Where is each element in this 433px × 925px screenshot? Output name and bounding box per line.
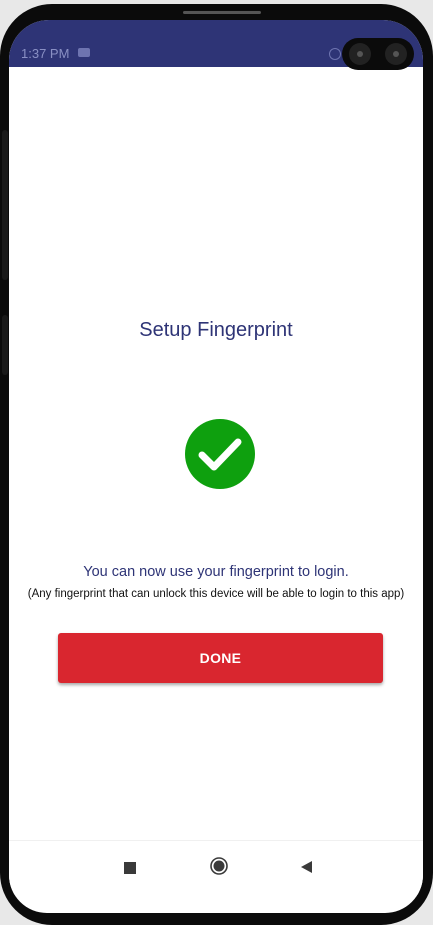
camera-lens-icon bbox=[385, 43, 407, 65]
speaker-grille bbox=[183, 11, 261, 14]
back-triangle-icon[interactable] bbox=[299, 860, 313, 874]
page-title: Setup Fingerprint bbox=[139, 319, 293, 341]
front-camera-cutout bbox=[342, 38, 414, 70]
check-circle-icon bbox=[185, 419, 255, 489]
alarm-icon bbox=[329, 48, 341, 60]
success-message: You can now use your fingerprint to logi… bbox=[83, 564, 349, 580]
navigation-bar bbox=[9, 840, 423, 895]
status-time: 1:37 PM bbox=[21, 46, 70, 61]
phone-device: 1:37 PM Setup Fingerprint You can now us… bbox=[0, 0, 433, 925]
volume-button bbox=[2, 130, 8, 280]
power-button bbox=[2, 315, 8, 375]
message-icon bbox=[78, 48, 90, 57]
phone-screen: 1:37 PM Setup Fingerprint You can now us… bbox=[9, 20, 423, 913]
recents-square-icon[interactable] bbox=[124, 862, 136, 874]
camera-lens-icon bbox=[349, 43, 371, 65]
home-circle-icon[interactable] bbox=[210, 857, 228, 875]
info-note: (Any fingerprint that can unlock this de… bbox=[27, 588, 405, 600]
done-button[interactable]: DONE bbox=[58, 633, 383, 683]
